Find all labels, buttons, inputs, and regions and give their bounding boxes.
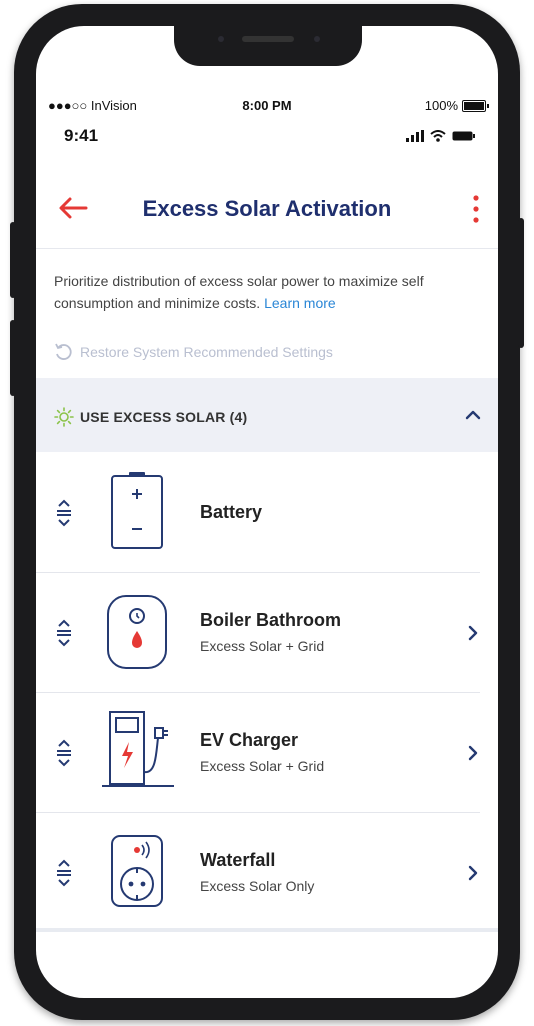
status-icons [406, 130, 476, 142]
chevron-right-icon[interactable] [466, 624, 480, 642]
camera-icon [218, 36, 224, 42]
use-excess-solar-section-header[interactable]: USE EXCESS SOLAR (4) [36, 378, 498, 452]
device-name: Waterfall [200, 850, 276, 870]
wifi-icon [430, 130, 446, 142]
list-bottom-divider [36, 928, 498, 932]
intro-text: Prioritize distribution of excess solar … [54, 270, 478, 314]
section-title: USE EXCESS SOLAR (4) [80, 409, 248, 425]
device-mode: Excess Solar + Grid [200, 758, 325, 774]
device-row-battery[interactable]: Battery [36, 452, 498, 572]
device-row-ev-charger[interactable]: EV Charger Excess Solar + Grid [36, 692, 498, 812]
volume-up-button [10, 222, 16, 298]
app-header: Excess Solar Activation [36, 186, 498, 234]
intro-body: Prioritize distribution of excess solar … [54, 273, 424, 311]
ev-charger-device-icon [102, 711, 174, 787]
restore-icon [55, 343, 72, 360]
device-time: 9:41 [64, 126, 99, 145]
drag-handle-icon[interactable] [54, 858, 74, 888]
drag-handle-icon[interactable] [54, 738, 74, 768]
phone-frame: ●●●○○ InVision 8:00 PM 100% 9:41 Excess … [10, 4, 524, 1020]
battery-status: 100% [424, 98, 489, 113]
battery-full-icon [452, 131, 475, 141]
sensor-icon [314, 36, 320, 42]
device-mode: Excess Solar + Grid [200, 638, 325, 654]
smart-plug-device-icon [111, 835, 163, 907]
device-name: Boiler Bathroom [200, 610, 342, 630]
device-status-bar: 9:41 [36, 122, 498, 148]
speaker [242, 36, 294, 42]
chevron-up-icon[interactable] [464, 406, 482, 424]
learn-more-link[interactable]: Learn more [264, 295, 336, 311]
sun-icon [54, 407, 74, 427]
battery-device-icon [111, 472, 163, 549]
drag-handle-icon[interactable] [54, 618, 74, 648]
prototype-status-bar: ●●●○○ InVision 8:00 PM 100% [36, 96, 498, 116]
device-mode: Excess Solar Only [200, 878, 315, 894]
boiler-device-icon [107, 595, 167, 669]
screen: ●●●○○ InVision 8:00 PM 100% 9:41 Excess … [36, 26, 498, 998]
chevron-right-icon[interactable] [466, 864, 480, 882]
power-button [518, 218, 524, 348]
device-name: EV Charger [200, 730, 299, 750]
device-name: Battery [200, 502, 263, 522]
drag-handle-icon[interactable] [54, 498, 74, 528]
battery-percent: 100% [424, 98, 458, 113]
restore-settings-link[interactable]: Restore System Recommended Settings [54, 343, 333, 361]
header-divider [36, 248, 498, 249]
section-label: USE EXCESS SOLAR (4) [54, 407, 247, 427]
more-options-icon[interactable] [468, 192, 484, 228]
volume-down-button [10, 320, 16, 396]
notch [174, 26, 362, 66]
page-title: Excess Solar Activation [142, 196, 392, 221]
restore-label: Restore System Recommended Settings [80, 344, 333, 360]
device-row-boiler-bathroom[interactable]: Boiler Bathroom Excess Solar + Grid [36, 572, 498, 692]
battery-level-icon [462, 99, 489, 112]
chevron-right-icon[interactable] [466, 744, 480, 762]
device-row-waterfall[interactable]: Waterfall Excess Solar Only [36, 812, 498, 932]
signal-icon [406, 130, 424, 142]
